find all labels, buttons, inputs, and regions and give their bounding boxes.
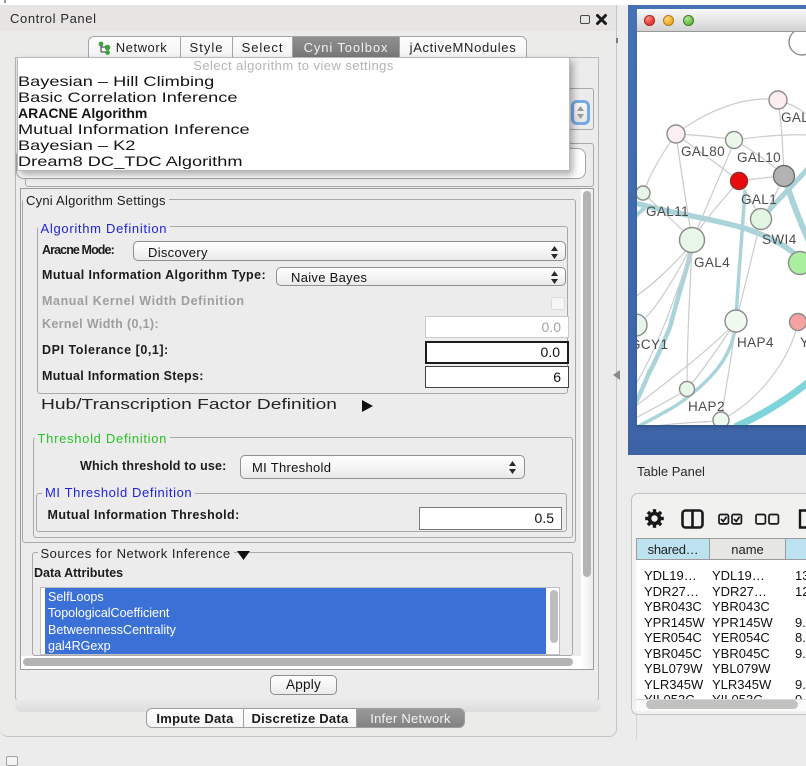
svg-text:GCY1: GCY1 (637, 337, 668, 352)
svg-text:Y: Y (800, 335, 806, 350)
svg-text:GAL80: GAL80 (681, 144, 725, 159)
svg-text:GAL11: GAL11 (646, 204, 689, 219)
svg-text:GAL4: GAL4 (694, 255, 730, 270)
svg-text:HAP4: HAP4 (737, 335, 774, 350)
svg-text:GAL10: GAL10 (737, 150, 781, 165)
svg-text:GAL2: GAL2 (781, 110, 806, 125)
svg-text:GAL1: GAL1 (741, 192, 777, 207)
svg-text:HAP2: HAP2 (688, 399, 725, 414)
svg-text:SWI4: SWI4 (762, 232, 797, 247)
